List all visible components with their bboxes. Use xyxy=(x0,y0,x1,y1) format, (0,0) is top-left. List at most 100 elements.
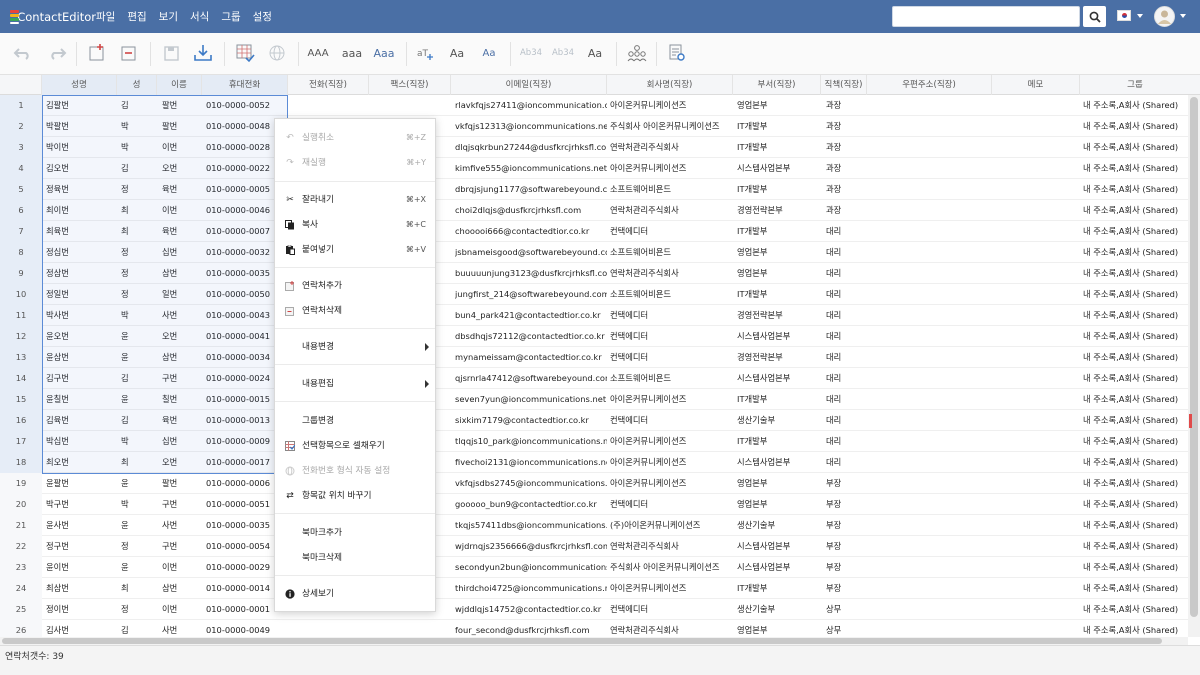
cell-address[interactable] xyxy=(871,494,992,515)
cell-address[interactable] xyxy=(871,158,992,179)
cell-firstname[interactable]: 구번 xyxy=(162,368,202,389)
cell-department[interactable]: 영업본부 xyxy=(737,95,821,116)
cell-work-email[interactable]: rlavkfqjs27411@ioncommunication.com xyxy=(455,95,607,116)
font-size-up-button[interactable]: Aa xyxy=(444,40,470,66)
number-format-button[interactable]: Ab34 xyxy=(518,40,544,66)
column-header-work-phone[interactable]: 전화(직장) xyxy=(288,75,369,95)
uppercase-button[interactable]: AAA xyxy=(304,40,332,66)
cell-work-email[interactable]: dlqjsqkrbun27244@dusfkrcjrhksfl.com xyxy=(455,137,607,158)
cell-firstname[interactable]: 이번 xyxy=(162,200,202,221)
cell-department[interactable]: 영업본부 xyxy=(737,473,821,494)
cell-memo[interactable] xyxy=(996,515,1080,536)
cell-memo[interactable] xyxy=(996,347,1080,368)
cell-work-email[interactable]: buuuuunjung3123@dusfkrcjrhksfl.com xyxy=(455,263,607,284)
table-row[interactable]: 16 김육번 김 육번 010-0000-0013 sixkim7179@contacte… xyxy=(0,410,1190,431)
cell-fullname[interactable]: 윤사번 xyxy=(46,515,117,536)
vertical-scroll-thumb[interactable] xyxy=(1190,97,1198,617)
cell-group[interactable]: 내 주소록,A회사 (Shared) xyxy=(1083,263,1190,284)
cell-group[interactable]: 내 주소록,A회사 (Shared) xyxy=(1083,620,1190,637)
menu-item-paste[interactable]: 붙여넣기 ⌘+V xyxy=(275,240,435,260)
cell-lastname[interactable]: 윤 xyxy=(121,473,157,494)
cell-group[interactable]: 내 주소록,A회사 (Shared) xyxy=(1083,200,1190,221)
cell-title[interactable]: 대리 xyxy=(826,410,867,431)
cell-fullname[interactable]: 최삼번 xyxy=(46,578,117,599)
cell-firstname[interactable]: 삼번 xyxy=(162,263,202,284)
menu-item-delete-bookmark[interactable]: 북마크삭제 xyxy=(275,548,435,568)
cell-title[interactable]: 대리 xyxy=(826,242,867,263)
cell-group[interactable]: 내 주소록,A회사 (Shared) xyxy=(1083,221,1190,242)
cell-work-email[interactable]: seven7yun@ioncommunications.net xyxy=(455,389,607,410)
cell-lastname[interactable]: 박 xyxy=(121,305,157,326)
import-button[interactable] xyxy=(190,40,216,66)
cell-title[interactable]: 부장 xyxy=(826,473,867,494)
cell-firstname[interactable]: 오번 xyxy=(162,158,202,179)
cell-title[interactable]: 대리 xyxy=(826,389,867,410)
text-insert-button[interactable]: aT xyxy=(414,40,436,66)
cell-title[interactable]: 부장 xyxy=(826,536,867,557)
cell-fullname[interactable]: 김사번 xyxy=(46,620,117,637)
table-row[interactable]: 15 윤칠번 윤 칠번 010-0000-0015 seven7yun@ioncommun… xyxy=(0,389,1190,410)
cell-company[interactable]: 아이온커뮤니케이션즈 xyxy=(610,578,733,599)
cell-memo[interactable] xyxy=(996,368,1080,389)
cell-fullname[interactable]: 김오번 xyxy=(46,158,117,179)
cell-department[interactable]: IT개발부 xyxy=(737,179,821,200)
cell-memo[interactable] xyxy=(996,263,1080,284)
cell-title[interactable]: 과장 xyxy=(826,200,867,221)
cell-mobile[interactable]: 010-0000-0052 xyxy=(206,95,288,116)
cell-title[interactable]: 과장 xyxy=(826,179,867,200)
cell-company[interactable]: 소프트웨어비욘드 xyxy=(610,179,733,200)
cell-department[interactable]: 영업본부 xyxy=(737,263,821,284)
cell-fullname[interactable]: 최육번 xyxy=(46,221,117,242)
cell-department[interactable]: 영업본부 xyxy=(737,494,821,515)
cell-address[interactable] xyxy=(871,368,992,389)
menu-group[interactable]: 그룹 xyxy=(221,9,240,24)
table-row[interactable]: 26 김사번 김 사번 010-0000-0049 four_second@dusfkrc… xyxy=(0,620,1190,637)
cell-group[interactable]: 내 주소록,A회사 (Shared) xyxy=(1083,305,1190,326)
capitalize-button[interactable]: Aaa xyxy=(370,40,398,66)
cell-company[interactable]: 주식회사 아이온커뮤니케이션즈 xyxy=(610,557,733,578)
cell-company[interactable]: 아이온커뮤니케이션즈 xyxy=(610,389,733,410)
cell-department[interactable]: IT개발부 xyxy=(737,137,821,158)
text-style-button[interactable]: Aa xyxy=(582,40,608,66)
table-row[interactable]: 24 최삼번 최 삼번 010-0000-0014 thirdchoi4725@ionco… xyxy=(0,578,1190,599)
column-header-lastname[interactable]: 성 xyxy=(117,75,157,95)
cell-firstname[interactable]: 삼번 xyxy=(162,578,202,599)
menu-item-redo[interactable]: ↷ 재실행 ⌘+Y xyxy=(275,153,435,173)
table-row[interactable]: 25정이번정이번010-0000-000102-3000-0001wjddlqj… xyxy=(0,599,1190,620)
cell-address[interactable] xyxy=(871,116,992,137)
cell-company[interactable]: 연락처관리주식회사 xyxy=(610,200,733,221)
menu-format[interactable]: 서식 xyxy=(190,9,209,24)
menu-file[interactable]: 파일 xyxy=(96,9,115,24)
cell-lastname[interactable]: 박 xyxy=(121,116,157,137)
cell-lastname[interactable]: 김 xyxy=(121,620,157,637)
cell-work-email[interactable]: tlqqjs10_park@ioncommunications.net xyxy=(455,431,607,452)
cell-memo[interactable] xyxy=(996,599,1080,620)
menu-item-undo[interactable]: ↶ 실행취소 ⌘+Z xyxy=(275,128,435,148)
table-row[interactable]: 19 윤팔번 윤 팔번 010-0000-0006 vkfqjsdbs2745@ionco… xyxy=(0,473,1190,494)
search-button[interactable] xyxy=(1083,6,1106,27)
cell-department[interactable]: 경영전략본부 xyxy=(737,200,821,221)
horizontal-scroll-thumb[interactable] xyxy=(2,638,1162,644)
table-row[interactable]: 20 박구번 박 구번 010-0000-0051 gooooo_bun9@contact… xyxy=(0,494,1190,515)
cell-department[interactable]: 생산기술부 xyxy=(737,410,821,431)
cell-work-email[interactable]: sixkim7179@contactedtior.co.kr xyxy=(455,410,607,431)
table-row[interactable]: 5 정육번 정 육번 010-0000-0005 dbrqjsjung1177@softw… xyxy=(0,179,1190,200)
cell-department[interactable]: IT개발부 xyxy=(737,221,821,242)
cell-memo[interactable] xyxy=(996,326,1080,347)
cell-memo[interactable] xyxy=(996,389,1080,410)
cell-fullname[interactable]: 박구번 xyxy=(46,494,117,515)
cell-fullname[interactable]: 정삼번 xyxy=(46,263,117,284)
cell-company[interactable]: 아이온커뮤니케이션즈 xyxy=(610,452,733,473)
cell-firstname[interactable]: 이번 xyxy=(162,599,202,620)
delete-contact-button[interactable] xyxy=(116,40,142,66)
cell-company[interactable]: 소프트웨어비욘드 xyxy=(610,368,733,389)
save-button[interactable] xyxy=(158,40,184,66)
cell-lastname[interactable]: 최 xyxy=(121,452,157,473)
user-menu-dropdown-icon[interactable] xyxy=(1180,14,1186,18)
cell-firstname[interactable]: 이번 xyxy=(162,137,202,158)
cell-department[interactable]: IT개발부 xyxy=(737,389,821,410)
cell-address[interactable] xyxy=(871,326,992,347)
cell-title[interactable]: 대리 xyxy=(826,368,867,389)
cell-firstname[interactable]: 팔번 xyxy=(162,116,202,137)
search-input[interactable] xyxy=(892,6,1080,27)
